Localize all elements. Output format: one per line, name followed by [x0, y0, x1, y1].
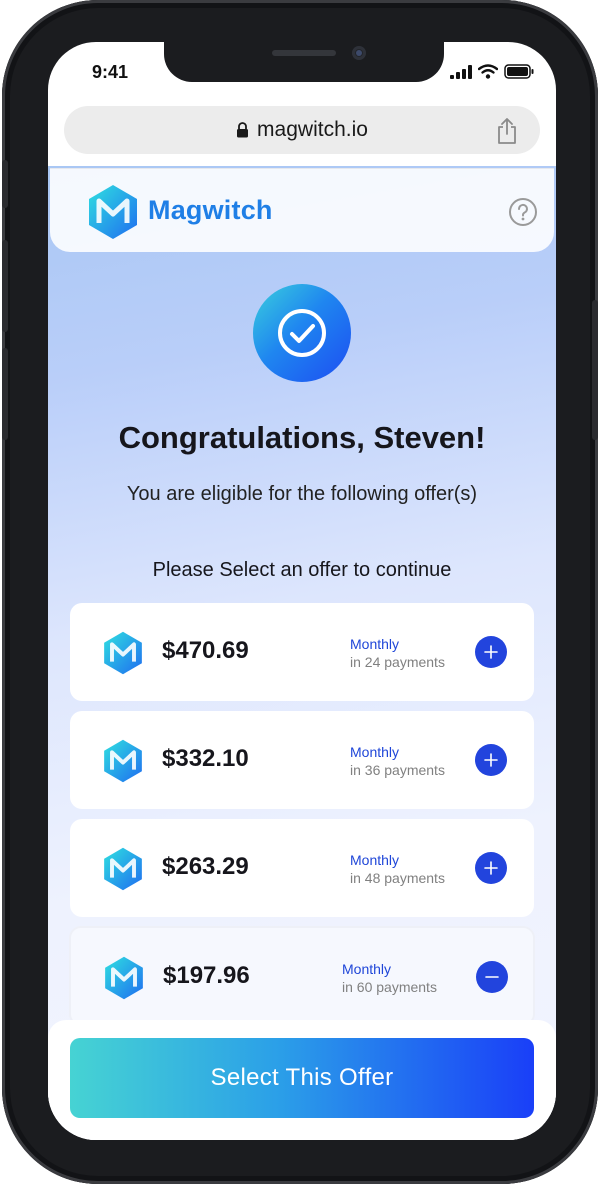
status-time: 9:41 — [92, 62, 129, 82]
offer-card-60[interactable]: $197.96 Monthly in 60 payments — [69, 926, 535, 1026]
offer-amount: $263.29 — [162, 853, 249, 880]
offer-payments: in 24 payments — [350, 654, 445, 670]
share-icon[interactable] — [496, 117, 518, 145]
signal-icon — [450, 64, 472, 79]
plus-icon — [484, 861, 498, 875]
help-icon[interactable] — [508, 197, 538, 227]
collapse-offer-button[interactable] — [476, 961, 508, 993]
brand-name: Magwitch — [148, 195, 273, 225]
address-bar[interactable]: magwitch.io — [64, 106, 540, 154]
select-prompt: Please Select an offer to continue — [152, 559, 452, 581]
front-camera — [352, 46, 366, 60]
phone-screen: 9:41 magwitch.io Magwitch Congratulation… — [48, 42, 556, 1140]
speaker-grille — [272, 50, 336, 56]
magwitch-logo-icon — [104, 631, 142, 675]
offer-period: Monthly — [350, 852, 400, 868]
plus-icon — [484, 753, 498, 767]
url-text: magwitch.io — [257, 118, 368, 141]
page-title: Congratulations, Steven! — [118, 420, 486, 455]
mute-switch — [2, 160, 8, 208]
lock-icon — [237, 122, 249, 138]
eligibility-text: You are eligible for the following offer… — [126, 483, 478, 505]
magwitch-logo-icon — [104, 847, 142, 891]
offer-amount: $470.69 — [162, 637, 249, 664]
offer-payments: in 36 payments — [350, 762, 445, 778]
notch — [164, 42, 444, 82]
volume-down-button — [2, 348, 8, 440]
brand-header: Magwitch — [50, 168, 554, 252]
battery-icon — [504, 64, 534, 79]
status-icons — [450, 64, 534, 79]
success-badge — [253, 284, 351, 382]
offer-amount: $332.10 — [162, 745, 249, 772]
magwitch-logo-icon[interactable] — [84, 183, 142, 241]
minus-icon — [485, 976, 499, 978]
offer-period: Monthly — [350, 744, 400, 760]
check-circle-icon — [278, 309, 326, 357]
offer-card-48[interactable]: $263.29 Monthly in 48 payments — [70, 819, 534, 917]
phone-frame: 9:41 magwitch.io Magwitch Congratulation… — [2, 0, 598, 1184]
volume-up-button — [2, 240, 8, 332]
expand-offer-button[interactable] — [475, 636, 507, 668]
offer-payments: in 48 payments — [350, 870, 445, 886]
offer-period: Monthly — [342, 961, 392, 977]
offer-amount: $197.96 — [163, 962, 250, 989]
power-button — [592, 300, 598, 440]
expand-offer-button[interactable] — [475, 852, 507, 884]
magwitch-logo-icon — [105, 956, 143, 1000]
plus-icon — [484, 645, 498, 659]
expand-offer-button[interactable] — [475, 744, 507, 776]
offer-period: Monthly — [350, 636, 400, 652]
select-offer-button[interactable]: Select This Offer — [70, 1038, 534, 1118]
offer-card-36[interactable]: $332.10 Monthly in 36 payments — [70, 711, 534, 809]
offer-payments: in 60 payments — [342, 979, 437, 995]
wifi-icon — [478, 64, 498, 79]
page-content: Magwitch Congratulations, Steven! You ar… — [48, 166, 556, 1140]
offer-card-24[interactable]: $470.69 Monthly in 24 payments — [70, 603, 534, 701]
magwitch-logo-icon — [104, 739, 142, 783]
